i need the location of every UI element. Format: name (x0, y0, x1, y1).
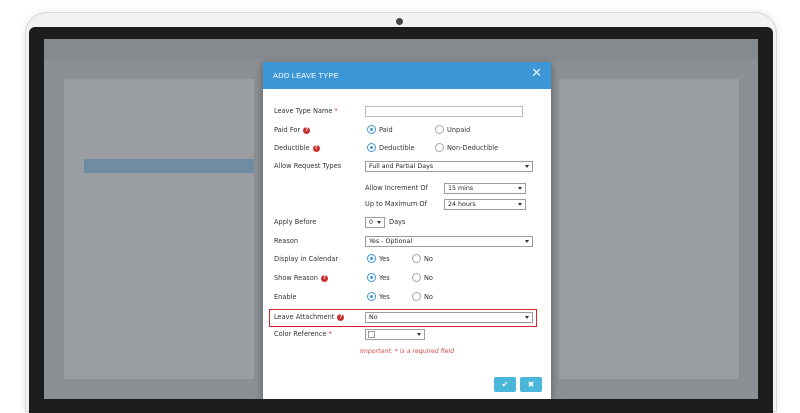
allow-request-types-label: Allow Request Types (274, 162, 342, 170)
camera-dot (396, 18, 403, 25)
leave-type-name-label-text: Leave Type Name (274, 107, 333, 115)
up-to-maximum-of-value: 24 hours (448, 201, 476, 208)
show-reason-label-text: Show Reason (274, 274, 318, 282)
close-icon[interactable]: ✕ (531, 67, 542, 81)
show-reason-label: Show Reason? (274, 274, 328, 282)
show-reason-yes-radio[interactable] (367, 273, 376, 282)
help-icon[interactable]: ? (303, 126, 311, 134)
enable-no-label: No (424, 293, 433, 301)
color-reference-select[interactable] (365, 329, 425, 340)
apply-before-select[interactable]: 0 (365, 217, 385, 228)
allow-increment-of-value: 15 mins (448, 185, 474, 192)
save-button[interactable]: ✔ (494, 377, 516, 392)
apply-before-label: Apply Before (274, 218, 317, 226)
leave-type-name-input[interactable] (365, 106, 523, 117)
show-reason-no-label: No (424, 274, 433, 282)
chevron-down-icon (525, 165, 529, 168)
help-icon[interactable]: ? (320, 274, 328, 282)
non-deductible-radio[interactable] (435, 143, 444, 152)
non-deductible-radio-label: Non-Deductible (447, 144, 499, 152)
deductible-radio-label: Deductible (379, 144, 415, 152)
chevron-down-icon (377, 221, 381, 224)
add-leave-type-dialog: ADD LEAVE TYPE ✕ Leave Type Name * Paid F… (263, 62, 551, 399)
dialog-header: ADD LEAVE TYPE ✕ (263, 62, 551, 89)
leave-attachment-select[interactable]: No (365, 312, 533, 323)
row-paid-for: Paid For? Paid Unpaid (263, 122, 551, 138)
enable-no-radio[interactable] (412, 292, 421, 301)
paid-radio-label: Paid (379, 126, 393, 134)
row-leave-attachment: Leave Attachment? No (263, 309, 551, 325)
chevron-down-icon (525, 316, 529, 319)
row-up-to-maximum-of: Up to Maximum Of 24 hours (263, 196, 551, 212)
screen-bezel: ADD LEAVE TYPE ✕ Leave Type Name * Paid F… (29, 27, 773, 413)
leave-type-name-label: Leave Type Name * (274, 107, 338, 115)
background-selected-row (84, 159, 254, 173)
chevron-down-icon (525, 240, 529, 243)
close-icon: ✖ (527, 380, 535, 389)
chevron-down-icon (518, 187, 522, 190)
laptop-frame: ADD LEAVE TYPE ✕ Leave Type Name * Paid F… (25, 12, 777, 413)
display-in-calendar-yes-radio[interactable] (367, 254, 376, 263)
display-in-calendar-label: Display in Calendar (274, 255, 339, 263)
row-show-reason: Show Reason? Yes No (263, 270, 551, 286)
enable-label: Enable (274, 293, 297, 301)
allow-request-types-select[interactable]: Full and Partial Days (365, 161, 533, 172)
allow-increment-of-label: Allow Increment Of (365, 184, 428, 192)
row-leave-type-name: Leave Type Name * (263, 103, 551, 119)
apply-before-unit: Days (389, 218, 406, 226)
display-in-calendar-yes-label: Yes (379, 255, 390, 263)
help-icon[interactable]: ? (337, 313, 345, 321)
unpaid-radio-label: Unpaid (447, 126, 471, 134)
deductible-radio[interactable] (367, 143, 376, 152)
row-allow-increment-of: Allow Increment Of 15 mins (263, 180, 551, 196)
show-reason-yes-label: Yes (379, 274, 390, 282)
app-screen: ADD LEAVE TYPE ✕ Leave Type Name * Paid F… (44, 39, 758, 399)
row-reason: Reason Yes - Optional (263, 233, 551, 249)
color-swatch (368, 331, 375, 338)
color-reference-label: Color Reference * (274, 330, 332, 338)
required-mark: * (334, 107, 338, 115)
dialog-title: ADD LEAVE TYPE (273, 71, 339, 80)
row-deductible: Deductible? Deductible Non-Deductible (263, 140, 551, 156)
chevron-down-icon (417, 333, 421, 336)
reason-label: Reason (274, 237, 299, 245)
enable-yes-radio[interactable] (367, 292, 376, 301)
deductible-label-text: Deductible (274, 144, 310, 152)
up-to-maximum-of-select[interactable]: 24 hours (444, 199, 526, 210)
paid-radio[interactable] (367, 125, 376, 134)
deductible-label: Deductible? (274, 144, 320, 152)
allow-request-types-value: Full and Partial Days (369, 163, 434, 170)
allow-increment-of-select[interactable]: 15 mins (444, 183, 526, 194)
unpaid-radio[interactable] (435, 125, 444, 134)
reason-value: Yes - Optional (369, 238, 413, 245)
up-to-maximum-of-label: Up to Maximum Of (365, 200, 427, 208)
reason-select[interactable]: Yes - Optional (365, 236, 533, 247)
color-reference-label-text: Color Reference (274, 330, 327, 338)
paid-for-label: Paid For? (274, 126, 311, 134)
enable-yes-label: Yes (379, 293, 390, 301)
chevron-down-icon (518, 203, 522, 206)
required-mark: * (328, 330, 332, 338)
row-apply-before: Apply Before 0 Days (263, 214, 551, 230)
row-enable: Enable Yes No (263, 289, 551, 305)
required-field-note: Important: * is a required field (360, 348, 455, 355)
leave-attachment-label: Leave Attachment? (274, 313, 345, 321)
apply-before-value: 0 (369, 219, 374, 226)
check-icon: ✔ (501, 380, 509, 389)
help-icon[interactable]: ? (312, 144, 320, 152)
background-panel-right (559, 79, 739, 379)
leave-attachment-label-text: Leave Attachment (274, 313, 335, 321)
cancel-button[interactable]: ✖ (520, 377, 542, 392)
row-color-reference: Color Reference * (263, 326, 551, 342)
row-allow-request-types: Allow Request Types Full and Partial Day… (263, 158, 551, 174)
paid-for-label-text: Paid For (274, 126, 301, 134)
show-reason-no-radio[interactable] (412, 273, 421, 282)
display-in-calendar-no-radio[interactable] (412, 254, 421, 263)
row-display-in-calendar: Display in Calendar Yes No (263, 251, 551, 267)
background-panel-left (64, 79, 254, 379)
background-header (44, 39, 758, 59)
leave-attachment-value: No (369, 314, 378, 321)
display-in-calendar-no-label: No (424, 255, 433, 263)
